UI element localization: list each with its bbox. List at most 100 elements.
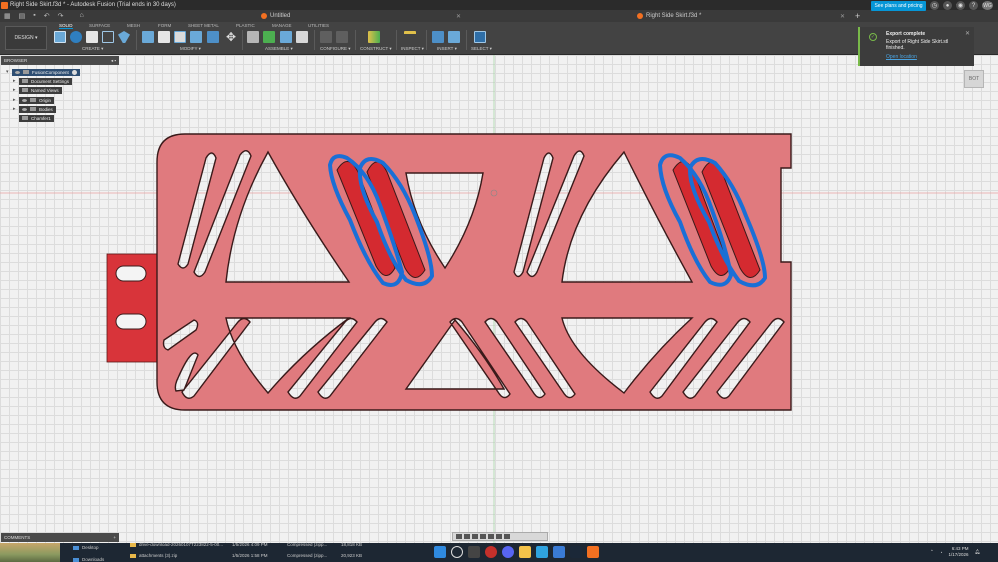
inspect-menu[interactable]: INSPECT ▾: [401, 46, 424, 52]
home-icon[interactable]: ⌂: [79, 12, 83, 20]
folder-downloads[interactable]: Downloads: [73, 557, 104, 562]
view-cube[interactable]: BOT: [964, 70, 984, 88]
browser-item-root[interactable]: ▾ FusionComponent: [6, 68, 80, 76]
vscode-icon[interactable]: [553, 546, 565, 558]
orbit-icon[interactable]: [456, 534, 462, 539]
discord-icon[interactable]: [502, 546, 514, 558]
tab-sheet-metal[interactable]: SHEET METAL: [188, 23, 219, 28]
eye-icon[interactable]: [22, 107, 27, 111]
tab-utilities[interactable]: UTILITIES: [308, 23, 329, 28]
create-sketch-icon[interactable]: [54, 31, 66, 43]
browser-item-bodies[interactable]: ▸ Bodies: [13, 105, 56, 113]
mounting-tab[interactable]: [106, 253, 158, 363]
configure-table-icon[interactable]: [336, 31, 348, 43]
select-menu[interactable]: SELECT ▾: [471, 46, 492, 52]
tab-surface[interactable]: SURFACE: [89, 23, 110, 28]
task-view-icon[interactable]: [468, 546, 480, 558]
folder-desktop[interactable]: Desktop: [73, 545, 99, 550]
undo-icon[interactable]: ↶: [44, 12, 50, 20]
store-icon[interactable]: [536, 546, 548, 558]
as-built-joint-icon[interactable]: [280, 31, 292, 43]
help-icon[interactable]: ?: [969, 1, 978, 10]
insert-mesh-icon[interactable]: [432, 31, 444, 43]
tab-mesh[interactable]: MESH: [127, 23, 140, 28]
tab-form[interactable]: FORM: [158, 23, 171, 28]
fusion-app-icon[interactable]: [587, 546, 599, 558]
close-icon[interactable]: ✕: [965, 30, 970, 37]
tab-close-icon[interactable]: ✕: [840, 13, 845, 20]
tab-solid[interactable]: SOLID: [59, 23, 73, 29]
avatar[interactable]: WG: [982, 1, 993, 10]
collapse-icon[interactable]: ◂ ▪: [111, 58, 116, 64]
insert-image-icon[interactable]: [448, 31, 460, 43]
grid-icon[interactable]: ▦: [4, 12, 11, 20]
start-icon[interactable]: [434, 546, 446, 558]
jobs-icon[interactable]: ●: [943, 1, 952, 10]
add-comment-icon[interactable]: +: [113, 535, 116, 540]
steam-icon[interactable]: [570, 546, 582, 558]
tab-manage[interactable]: MANAGE: [272, 23, 292, 28]
notification-bell-icon[interactable]: 🔔︎: [975, 549, 981, 555]
joint-icon[interactable]: [263, 31, 275, 43]
comments-panel-header[interactable]: COMMENTS +: [1, 533, 119, 542]
tab-close-icon[interactable]: ✕: [456, 13, 461, 20]
viewports-icon[interactable]: [504, 534, 510, 539]
tray-chevron-icon[interactable]: ⌃: [930, 549, 934, 555]
file-icon[interactable]: ▤: [19, 12, 26, 20]
file-explorer-icon[interactable]: [519, 546, 531, 558]
activate-radio-icon[interactable]: [71, 69, 77, 75]
browser-item-origin[interactable]: ▸ Origin: [13, 96, 55, 104]
tab-plastic[interactable]: PLASTIC: [236, 23, 255, 28]
fillet-icon[interactable]: [158, 31, 170, 43]
offset-plane-icon[interactable]: [368, 31, 380, 43]
file-row[interactable]: attachments (3).zip: [130, 553, 177, 558]
clock-icon[interactable]: ◷: [930, 1, 939, 10]
notifications-icon[interactable]: ◉: [956, 1, 965, 10]
assemble-menu[interactable]: ASSEMBLE ▾: [265, 46, 293, 52]
new-component-icon[interactable]: [247, 31, 259, 43]
measure-icon[interactable]: [404, 31, 416, 43]
fit-icon[interactable]: [480, 534, 486, 539]
pan-icon[interactable]: [464, 534, 470, 539]
browser-item-chamfer[interactable]: Chamfer1: [19, 114, 54, 122]
joint-origin-icon[interactable]: [296, 31, 308, 43]
search-icon[interactable]: [451, 546, 463, 558]
file-row[interactable]: drive-download-20260107T223822-5-00...: [130, 542, 223, 547]
move-icon[interactable]: ✥: [225, 31, 237, 43]
redo-icon[interactable]: ↷: [58, 12, 64, 20]
see-plans-button[interactable]: See plans and pricing: [871, 1, 926, 11]
browser-item-document-settings[interactable]: ▸ Document Settings: [13, 77, 73, 85]
model-viewport[interactable]: [0, 55, 998, 543]
wifi-icon[interactable]: ◔: [940, 550, 943, 555]
combine-icon[interactable]: [207, 31, 219, 43]
opera-icon[interactable]: [485, 546, 497, 558]
press-pull-icon[interactable]: [142, 31, 154, 43]
configure-icon[interactable]: [320, 31, 332, 43]
chamfer-icon[interactable]: [174, 31, 186, 43]
tab-untitled[interactable]: Untitled ✕: [255, 10, 465, 22]
construct-menu[interactable]: CONSTRUCT ▾: [360, 46, 392, 52]
new-tab-icon[interactable]: +: [855, 11, 860, 21]
browser-item-named-views[interactable]: ▸ Named Views: [13, 86, 62, 94]
workspace-switcher-button[interactable]: DESIGN ▾: [5, 26, 47, 50]
select-icon[interactable]: [474, 31, 486, 43]
insert-menu[interactable]: INSERT ▾: [437, 46, 457, 52]
save-icon[interactable]: ▪: [33, 12, 35, 20]
open-location-link[interactable]: Open location: [886, 54, 968, 60]
design-canvas[interactable]: [0, 55, 998, 543]
modify-menu[interactable]: MODIFY ▾: [180, 46, 201, 52]
eye-icon[interactable]: [15, 70, 20, 74]
zoom-icon[interactable]: [472, 534, 478, 539]
rectangle-icon[interactable]: [102, 31, 114, 43]
display-settings-icon[interactable]: [488, 534, 494, 539]
tab-right-side-skirt[interactable]: Right Side Skirt.f3d * ✕: [465, 10, 849, 22]
shell-icon[interactable]: [190, 31, 202, 43]
extrude-icon[interactable]: [70, 31, 82, 43]
browser-panel-header[interactable]: BROWSER ◂ ▪: [1, 56, 119, 65]
create-menu[interactable]: CREATE ▾: [82, 46, 103, 52]
configure-menu[interactable]: CONFIGURE ▾: [320, 46, 351, 52]
eye-icon[interactable]: [22, 98, 27, 102]
grid-settings-icon[interactable]: [496, 534, 502, 539]
sweep-icon[interactable]: [118, 31, 130, 43]
clock[interactable]: 6:43 PM 1/17/2026: [949, 546, 969, 558]
